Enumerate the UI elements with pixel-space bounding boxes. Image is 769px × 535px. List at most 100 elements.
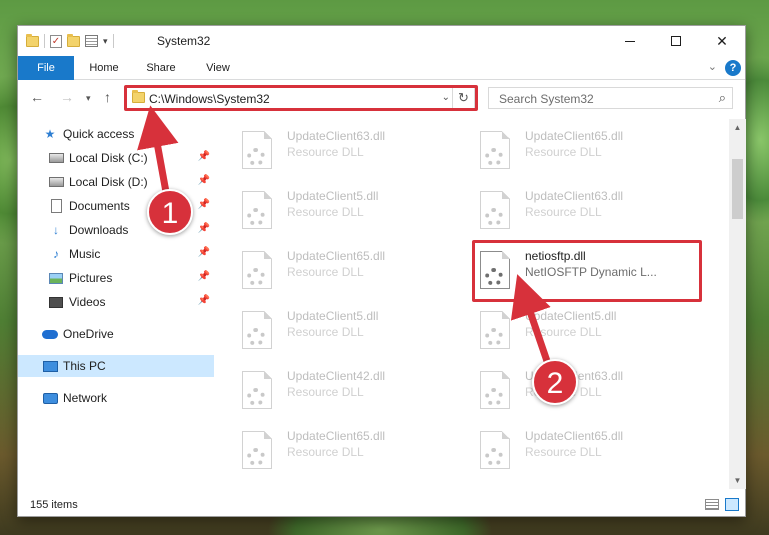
recent-locations-chevron-icon[interactable]: ▾	[86, 93, 91, 104]
dll-file-icon	[480, 191, 510, 229]
file-item[interactable]: UpdateClient65.dll Resource DLL	[215, 243, 445, 299]
file-type: Resource DLL	[287, 385, 364, 399]
close-button[interactable]: ✕	[699, 26, 745, 56]
toolbar-divider	[44, 34, 45, 48]
file-list: UpdateClient63.dll Resource DLL UpdateCl…	[215, 119, 729, 489]
sidebar-item-this-pc[interactable]: This PC	[18, 355, 214, 377]
dll-file-icon	[480, 371, 510, 409]
pin-icon[interactable]: 📌	[198, 199, 210, 210]
search-icon[interactable]: ⌕	[719, 90, 726, 106]
scroll-up-arrow-icon[interactable]: ▲	[729, 119, 746, 136]
toolbar-divider	[112, 34, 114, 48]
tab-home[interactable]: Home	[82, 56, 126, 80]
sidebar-item-label: Local Disk (C:)	[69, 151, 148, 165]
pin-icon[interactable]: 📌	[198, 175, 210, 186]
details-view-icon[interactable]	[705, 499, 719, 510]
callout-badge-1: 1	[147, 189, 193, 235]
file-name: UpdateClient5.dll	[287, 309, 379, 323]
dll-file-icon	[242, 371, 272, 409]
sidebar-item-local-disk-d[interactable]: Local Disk (D:) 📌	[18, 171, 214, 193]
file-type: Resource DLL	[287, 325, 364, 339]
sidebar-item-quick-access[interactable]: ★ Quick access	[18, 123, 214, 145]
sidebar-item-label: Videos	[69, 295, 106, 309]
sidebar-item-network[interactable]: Network	[18, 387, 214, 409]
sidebar-item-label: Documents	[69, 199, 130, 213]
sidebar-item-local-disk-c[interactable]: Local Disk (C:) 📌	[18, 147, 214, 169]
file-item[interactable]: UpdateClient65.dll Resource DLL	[453, 123, 683, 179]
sidebar-item-onedrive[interactable]: OneDrive	[18, 323, 214, 345]
file-name: UpdateClient65.dll	[287, 249, 386, 263]
expand-ribbon-chevron-icon[interactable]: ⌄	[708, 60, 717, 73]
help-icon[interactable]: ?	[725, 60, 741, 76]
item-count: 155 items	[30, 499, 78, 511]
sidebar-item-videos[interactable]: Videos 📌	[18, 291, 214, 313]
file-item[interactable]: UpdateClient42.dll Resource DLL	[215, 363, 445, 419]
large-icons-view-icon[interactable]	[725, 498, 739, 511]
minimize-button[interactable]	[607, 26, 653, 56]
pin-icon[interactable]: 📌	[198, 223, 210, 234]
gear-icon	[247, 148, 265, 166]
dll-file-icon	[480, 431, 510, 469]
pictures-icon	[48, 270, 64, 286]
file-item[interactable]: UpdateClient5.dll Resource DLL	[215, 303, 445, 359]
status-bar: 155 items	[18, 494, 745, 516]
videos-icon	[48, 294, 64, 310]
file-name: UpdateClient42.dll	[287, 369, 386, 383]
file-type: Resource DLL	[525, 205, 602, 219]
file-name: UpdateClient63.dll	[287, 129, 386, 143]
window-title: System32	[157, 34, 211, 48]
folder-icon[interactable]	[26, 33, 39, 47]
dll-file-icon	[242, 311, 272, 349]
properties-icon[interactable]	[85, 35, 98, 47]
file-explorer-window: ✓ ▾ System32 ✕ File Home Share View ⌄ ? …	[17, 25, 746, 517]
dll-file-icon	[242, 131, 272, 169]
vertical-scrollbar[interactable]: ▲ ▼	[729, 119, 746, 489]
pin-icon[interactable]: 📌	[198, 271, 210, 282]
search-input[interactable]: Search System32 ⌕	[488, 87, 733, 109]
file-name: UpdateClient65.dll	[525, 129, 624, 143]
sidebar-item-label: Network	[63, 391, 108, 405]
scrollbar-thumb[interactable]	[732, 159, 743, 219]
customize-toolbar-chevron-icon[interactable]: ▾	[103, 36, 108, 47]
pin-icon[interactable]: 📌	[198, 295, 210, 306]
window-controls: ✕	[607, 26, 745, 56]
maximize-button[interactable]	[653, 26, 699, 56]
file-item[interactable]: UpdateClient63.dll Resource DLL	[453, 183, 683, 239]
sidebar-item-music[interactable]: ♪ Music 📌	[18, 243, 214, 265]
file-item[interactable]: UpdateClient5.dll Resource DLL	[215, 183, 445, 239]
network-icon	[42, 390, 58, 406]
gear-icon	[247, 208, 265, 226]
documents-icon	[48, 198, 64, 214]
title-bar: ✓ ▾ System32 ✕	[18, 26, 745, 56]
pin-icon[interactable]: 📌	[198, 247, 210, 258]
tab-view[interactable]: View	[196, 56, 240, 80]
new-folder-icon[interactable]	[67, 33, 80, 47]
gear-icon	[485, 388, 503, 406]
file-item[interactable]: UpdateClient63.dll Resource DLL	[215, 123, 445, 179]
properties-check-icon[interactable]: ✓	[50, 34, 62, 48]
dll-file-icon	[480, 311, 510, 349]
forward-button[interactable]: →	[60, 89, 74, 105]
file-item[interactable]: UpdateClient65.dll Resource DLL	[215, 423, 445, 479]
file-type: Resource DLL	[525, 145, 602, 159]
dll-file-icon	[242, 191, 272, 229]
downloads-icon: ↓	[53, 223, 59, 237]
tab-file[interactable]: File	[18, 56, 74, 80]
sidebar-item-label: This PC	[63, 359, 106, 373]
file-name: UpdateClient63.dll	[525, 189, 624, 203]
file-item[interactable]: UpdateClient65.dll Resource DLL	[453, 423, 683, 479]
ribbon-tabs: File Home Share View ⌄ ?	[18, 56, 745, 80]
file-item[interactable]: UpdateClient5.dll Resource DLL	[453, 303, 683, 359]
file-name: UpdateClient5.dll	[287, 189, 379, 203]
file-type: Resource DLL	[287, 145, 364, 159]
scroll-down-arrow-icon[interactable]: ▼	[729, 472, 746, 489]
tab-share[interactable]: Share	[139, 56, 183, 80]
minimize-icon	[625, 40, 635, 42]
back-button[interactable]: ←	[30, 89, 44, 105]
sidebar-item-label: Pictures	[69, 271, 113, 285]
pin-icon[interactable]: 📌	[198, 151, 210, 162]
up-button[interactable]: ↑	[104, 89, 111, 105]
sidebar-item-pictures[interactable]: Pictures 📌	[18, 267, 214, 289]
navigation-pane: ★ Quick access Local Disk (C:) 📌 Local D…	[18, 119, 214, 489]
gear-icon	[247, 328, 265, 346]
